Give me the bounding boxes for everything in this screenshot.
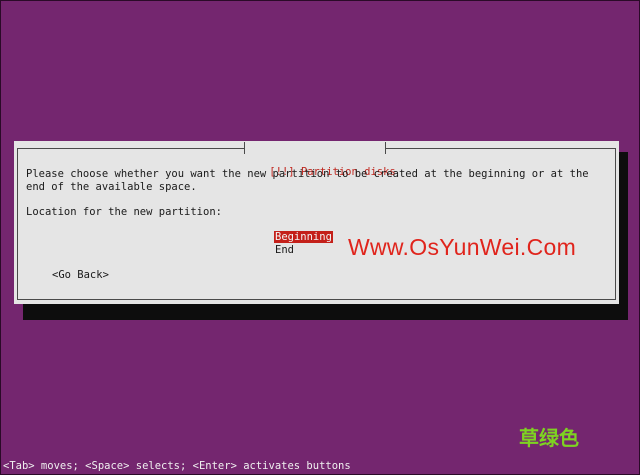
title-tick-right	[385, 142, 386, 154]
watermark-cn: 草绿色	[519, 426, 579, 450]
prompt-line-2: end of the available space.	[26, 181, 197, 193]
watermark-site: Www.OsYunWei.Com	[348, 234, 577, 260]
title-tick-left	[244, 142, 245, 154]
status-bar-hint: <Tab> moves; <Space> selects; <Enter> ac…	[3, 460, 351, 472]
option-end[interactable]: End	[274, 244, 295, 256]
prompt-line-1: Please choose whether you want the new p…	[26, 168, 589, 180]
option-beginning[interactable]: Beginning	[274, 231, 333, 243]
partition-dialog: [!!] Partition disks Please choose wheth…	[14, 141, 619, 304]
go-back-button[interactable]: <Go Back>	[52, 269, 109, 281]
dialog-title: [!!] Partition disks	[244, 142, 396, 178]
location-label: Location for the new partition:	[26, 206, 222, 218]
